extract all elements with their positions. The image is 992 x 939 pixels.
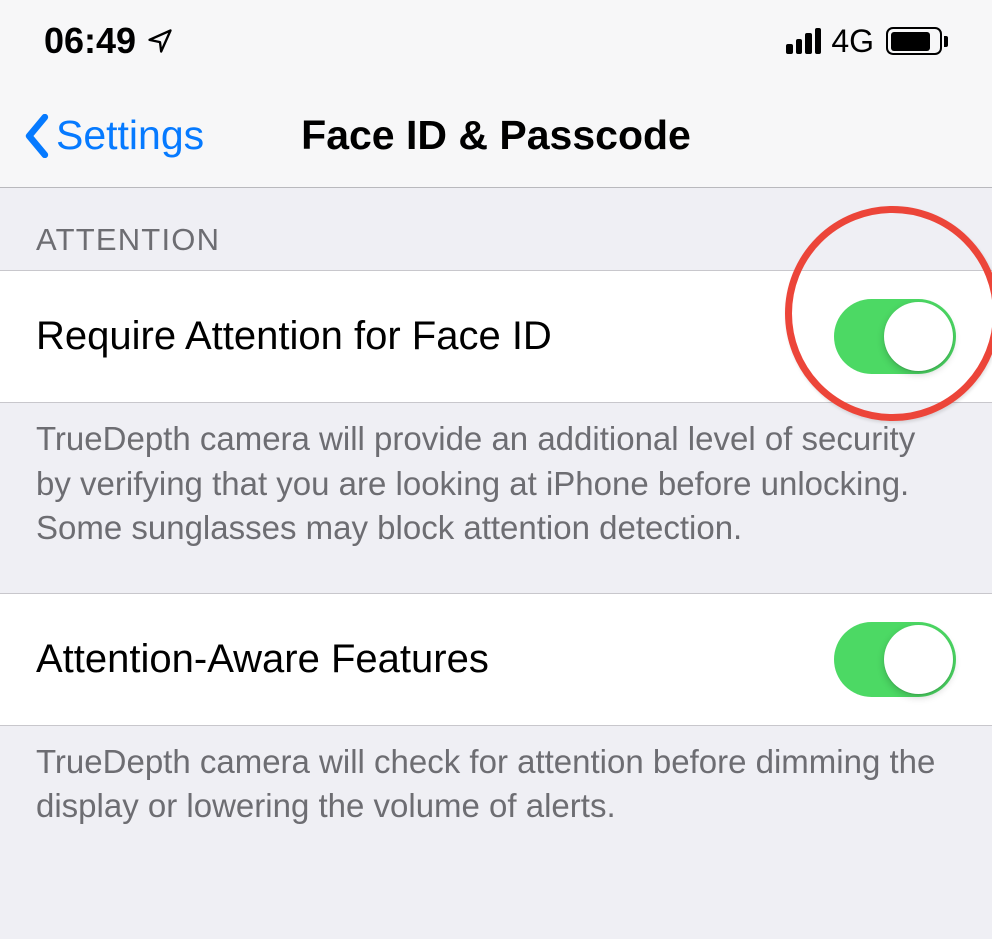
require-attention-switch[interactable] <box>834 299 956 374</box>
require-attention-label: Require Attention for Face ID <box>36 314 552 359</box>
attention-aware-label: Attention-Aware Features <box>36 637 489 682</box>
chevron-left-icon <box>22 114 52 158</box>
nav-bar: Settings Face ID & Passcode <box>0 90 992 188</box>
section-header: ATTENTION <box>0 188 992 270</box>
status-right: 4G <box>786 23 948 60</box>
attention-aware-footer: TrueDepth camera will check for attentio… <box>0 726 992 871</box>
require-attention-footer: TrueDepth camera will provide an additio… <box>0 403 992 593</box>
page-title: Face ID & Passcode <box>301 112 691 159</box>
location-icon <box>146 27 174 55</box>
attention-aware-cell: Attention-Aware Features <box>0 593 992 726</box>
back-label: Settings <box>56 112 204 159</box>
battery-icon <box>886 27 948 55</box>
status-left: 06:49 <box>44 20 174 62</box>
status-time: 06:49 <box>44 20 136 62</box>
status-bar: 06:49 4G <box>0 0 992 90</box>
signal-icon <box>786 28 821 54</box>
attention-aware-switch[interactable] <box>834 622 956 697</box>
require-attention-cell: Require Attention for Face ID <box>0 270 992 403</box>
back-button[interactable]: Settings <box>22 112 204 159</box>
network-label: 4G <box>831 23 874 60</box>
